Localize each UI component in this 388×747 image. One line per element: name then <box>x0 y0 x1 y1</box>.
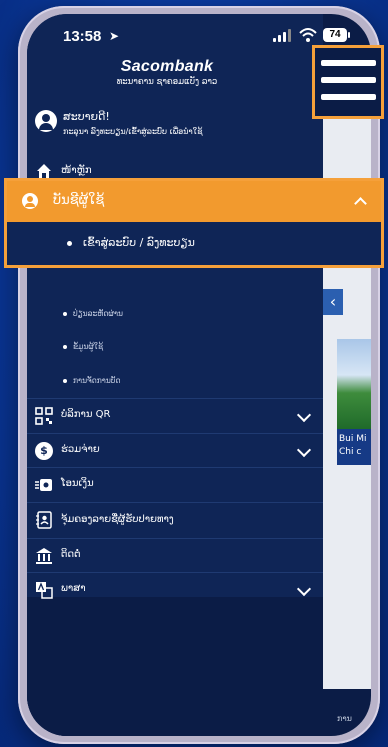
chevron-down-icon <box>296 442 312 458</box>
menu-item-qr[interactable]: ບໍລິການ QR <box>27 402 323 430</box>
person-icon <box>22 193 38 209</box>
battery-indicator: 74 <box>323 28 347 42</box>
menu-item-label: ບໍລິການ QR <box>61 409 111 420</box>
menu-item-label: ຕິດຕໍ່ <box>61 549 81 560</box>
login-prompt[interactable]: ກະລຸນາ ລົງທະບຽນ/ເຂົ້າສູ່ລະບົບ ເພື່ອນຳໃຊ້ <box>63 127 203 136</box>
menu-item-transfer[interactable]: ໂອນເງິນ <box>27 471 323 499</box>
news-card-line1: Bui Mi <box>339 434 367 444</box>
menu-item-label: ພາສາ <box>61 583 86 594</box>
bottom-tab-bar <box>323 689 371 736</box>
hamburger-bar <box>321 77 376 83</box>
submenu-item-card-management[interactable]: ການຈັດການບັດ <box>62 376 120 385</box>
brand-logo: Sacombank ທະນາຄານ ຊາຄອມແບັງ ລາວ <box>97 58 237 87</box>
divider <box>27 433 323 434</box>
battery-tip <box>348 32 350 38</box>
menu-item-label: ໜ້າຫຼັກ <box>61 165 92 176</box>
hamburger-bar <box>321 94 376 100</box>
news-card-line2: Chi c <box>339 447 362 457</box>
wifi-icon <box>299 28 317 42</box>
transfer-icon <box>35 479 52 491</box>
side-menu: Sacombank ທະນາຄານ ຊາຄອມແບັງ ລາວ ສະບາຍດີ!… <box>27 14 323 736</box>
menu-item-label: ບັນຊີຜູ້ໃຊ້ <box>53 193 105 208</box>
avatar-icon <box>35 110 57 132</box>
menu-item-contact[interactable]: ຕິດຕໍ່ <box>27 542 323 570</box>
user-header[interactable]: ສະບາຍດີ! ກະລຸນາ ລົງທະບຽນ/ເຂົ້າສູ່ລະບົບ ເ… <box>35 108 315 148</box>
carousel-prev-button[interactable]: ‹ <box>323 289 343 315</box>
bullet-icon <box>67 241 72 246</box>
brand-name: Sacombank <box>120 58 214 75</box>
chevron-down-icon <box>296 407 312 423</box>
menu-item-header-active[interactable]: ບັນຊີຜູ້ໃຊ້ <box>7 181 381 222</box>
location-icon: ➤ <box>109 29 120 43</box>
qr-icon <box>35 407 53 425</box>
news-card[interactable]: Bui Mi Chi c <box>337 429 371 465</box>
menu-item-label: ໂອນເງິນ <box>61 478 94 489</box>
submenu-item-user-info[interactable]: ຂໍ້ມູນຜູ້ໃຊ້ <box>62 342 103 351</box>
submenu-item-change-password[interactable]: ປ່ຽນລະຫັດຜ່ານ <box>63 309 123 318</box>
screen: 13:58 ➤ 74 ‹ Bui Mi Chi c ການ Sacombank … <box>27 14 371 736</box>
menu-item-loans[interactable]: $ ຮ່ວມຈ່າຍ <box>27 437 323 465</box>
banner-image[interactable] <box>337 339 371 429</box>
contacts-icon <box>36 511 52 529</box>
divider <box>27 398 323 399</box>
menu-item-beneficiaries[interactable]: ຈຸ້ມຄອງລາຍຊື່ຜູ້ຮັບປາຍທາງ <box>27 506 323 536</box>
bank-icon <box>36 548 52 564</box>
menu-item-language[interactable]: ພາສາ <box>27 576 323 604</box>
menu-item-label: ຮ່ວມຈ່າຍ <box>61 444 100 455</box>
hamburger-bar <box>321 60 376 66</box>
bottom-tab-label[interactable]: ການ <box>337 714 352 723</box>
menu-item-card-services[interactable]: ບັນຊີຜູ້ໃຊ້ ເຂົ້າສູ່ລະບົບ / ລົງທະບຽນ <box>4 178 384 268</box>
coin-icon: $ <box>35 442 53 460</box>
menu-footer-area <box>27 597 323 736</box>
brand-subtitle: ທະນາຄານ ຊາຄອມແບັງ ລາວ <box>116 77 218 87</box>
submenu-item-login-register[interactable]: ເຂົ້າສູ່ລະບົບ / ລົງທະບຽນ <box>83 236 195 249</box>
signal-icon <box>273 28 295 42</box>
divider <box>27 538 323 539</box>
divider <box>27 502 323 503</box>
chevron-up-icon[interactable] <box>354 197 367 210</box>
greeting-text: ສະບາຍດີ! <box>63 110 110 123</box>
divider <box>27 467 323 468</box>
divider <box>27 572 323 573</box>
menu-item-label: ຈຸ້ມຄອງລາຍຊື່ຜູ້ຮັບປາຍທາງ <box>61 514 174 525</box>
language-icon <box>36 582 53 599</box>
status-time: 13:58 <box>63 28 102 45</box>
hamburger-menu-button[interactable] <box>312 45 384 119</box>
chevron-down-icon <box>296 581 312 597</box>
